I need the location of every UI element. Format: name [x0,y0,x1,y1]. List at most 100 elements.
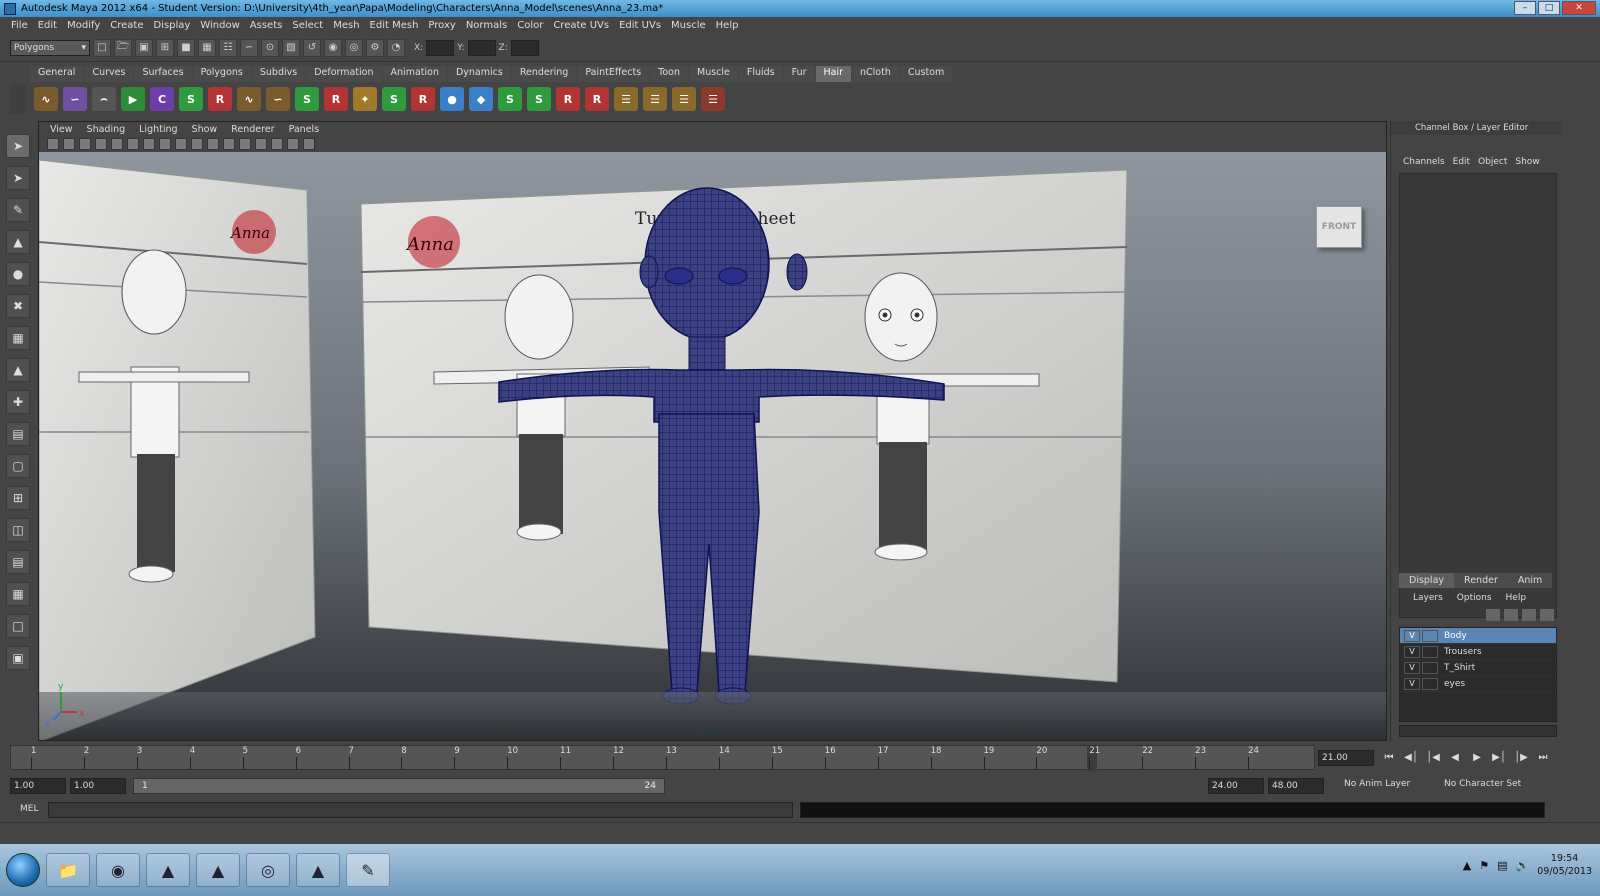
lasso-tool-icon[interactable]: ➤ [6,166,30,190]
menu-create[interactable]: Create [105,20,148,31]
anim-layer-dropdown[interactable]: No Anim Layer [1344,779,1410,789]
textured-icon[interactable] [159,138,171,150]
last-tool-icon[interactable]: ✚ [6,390,30,414]
le-menu-layers[interactable]: Layers [1413,593,1443,603]
hair-curve-icon[interactable]: ∿ [34,87,58,111]
y-field[interactable] [467,39,496,56]
xray-icon[interactable] [207,138,219,150]
layer-row[interactable]: V Body [1400,628,1556,644]
clock[interactable]: 19:54 09/05/2013 [1537,852,1592,878]
render-icon[interactable]: ◉ [324,38,342,57]
paint-icon[interactable]: ✎ [346,853,390,887]
menu-mesh[interactable]: Mesh [328,20,364,31]
lights-icon[interactable] [175,138,187,150]
animation-end-field[interactable]: 48.00 [1268,778,1324,794]
layer-visibility-toggle[interactable]: V [1404,677,1420,690]
layout-custom-icon[interactable]: ▣ [6,646,30,670]
history-icon[interactable]: ↺ [303,38,321,57]
layer-display-type[interactable] [1422,661,1438,674]
layer-row[interactable]: V eyes [1400,676,1556,692]
x-field[interactable] [426,39,455,56]
shelf-tab-muscle[interactable]: Muscle [689,66,738,82]
select-object-icon[interactable]: ■ [177,38,195,57]
camera-icon[interactable] [47,138,59,150]
vp-menu-shading[interactable]: Shading [80,124,133,135]
resolution-gate-icon[interactable] [239,138,251,150]
safe-action-icon[interactable] [271,138,283,150]
move-layer-up-icon[interactable] [1486,609,1500,621]
set-rest-icon[interactable]: R [411,87,435,111]
vp-menu-panels[interactable]: Panels [282,124,327,135]
range-slider-bar[interactable]: 1 24 [133,778,665,794]
current-time-field[interactable]: 21.00 [1318,750,1374,766]
layer-visibility-toggle[interactable]: V [1404,629,1420,642]
stack-icon[interactable]: ☰ [643,87,667,111]
new-scene-icon[interactable]: □ [93,38,111,57]
vp-menu-renderer[interactable]: Renderer [224,124,281,135]
maya-icon[interactable]: ▲ [296,853,340,887]
set-rest-icon[interactable]: R [324,87,348,111]
layout-four-icon[interactable]: ⊞ [6,486,30,510]
hud-icon[interactable] [287,138,299,150]
shelf-tab-rendering[interactable]: Rendering [511,66,577,82]
layer-row[interactable]: V T_Shirt [1400,660,1556,676]
hypershade-icon[interactable]: ◔ [387,38,405,57]
shelf-tab-curves[interactable]: Curves [84,66,134,82]
menu-proxy[interactable]: Proxy [423,20,460,31]
wireframe-icon[interactable] [127,138,139,150]
go-to-start-icon[interactable]: ⏮ [1380,748,1398,766]
le-menu-help[interactable]: Help [1506,593,1527,603]
shelf-tab-polygons[interactable]: Polygons [192,66,251,82]
mel-input[interactable] [48,802,793,818]
menu-help[interactable]: Help [711,20,744,31]
shelf-tab-toon[interactable]: Toon [650,66,688,82]
image-plane-icon[interactable] [95,138,107,150]
new-layer-selected-icon[interactable] [1540,609,1554,621]
smooth-shade-icon[interactable] [143,138,155,150]
playback-end-field[interactable]: 24.00 [1208,778,1264,794]
maya-icon[interactable]: ▲ [146,853,190,887]
menu-muscle[interactable]: Muscle [666,20,711,31]
shelf-handle[interactable] [10,84,26,114]
step-back-key-icon[interactable]: ◀│ [1402,748,1420,766]
shelf-tab-fluids[interactable]: Fluids [738,66,783,82]
mel-label[interactable]: MEL [20,804,38,814]
set-rest-icon[interactable]: R [585,87,609,111]
shelf-tab-general[interactable]: General [30,66,84,82]
menu-select[interactable]: Select [287,20,328,31]
hair-paint-icon[interactable]: ∿ [237,87,261,111]
set-start-icon[interactable]: S [295,87,319,111]
collide-icon[interactable]: C [150,87,174,111]
rotate-tool-icon[interactable]: ● [6,262,30,286]
menu-edit-uvs[interactable]: Edit UVs [614,20,666,31]
cb-menu-show[interactable]: Show [1515,157,1547,167]
chrome-icon[interactable]: ◉ [96,853,140,887]
ipr-render-icon[interactable]: ◎ [345,38,363,57]
animation-start-field[interactable]: 1.00 [10,778,66,794]
play-forwards-icon[interactable]: ▶ [1468,748,1486,766]
shelf-tab-dynamics[interactable]: Dynamics [447,66,511,82]
layer-display-type[interactable] [1422,629,1438,642]
view-cube[interactable]: FRONT [1316,206,1362,248]
menu-set-dropdown[interactable]: Polygons ▾ [10,39,90,56]
save-scene-icon[interactable]: ▣ [135,38,153,57]
gate-mask-icon[interactable] [255,138,267,150]
play-arrow-icon[interactable]: ▶ [121,87,145,111]
shelf-tab-ncloth[interactable]: nCloth [852,66,899,82]
z-field[interactable] [510,39,539,56]
paint-select-icon[interactable]: ✎ [6,198,30,222]
go-to-end-icon[interactable]: ⏭ [1534,748,1552,766]
menu-normals[interactable]: Normals [461,20,512,31]
shelf-tab-animation[interactable]: Animation [382,66,447,82]
menu-assets[interactable]: Assets [245,20,288,31]
shelf-tab-hair[interactable]: Hair [815,66,852,82]
layer-row[interactable]: V Trousers [1400,644,1556,660]
shelf-tab-custom[interactable]: Custom [899,66,953,82]
menu-create-uvs[interactable]: Create UVs [548,20,614,31]
cb-menu-channels[interactable]: Channels [1403,157,1453,167]
shelf-tab-deformation[interactable]: Deformation [306,66,382,82]
menu-display[interactable]: Display [148,20,195,31]
layout-custom-icon[interactable]: □ [6,614,30,638]
layout-outliner-icon[interactable]: ◫ [6,518,30,542]
close-button[interactable]: ✕ [1562,1,1596,15]
